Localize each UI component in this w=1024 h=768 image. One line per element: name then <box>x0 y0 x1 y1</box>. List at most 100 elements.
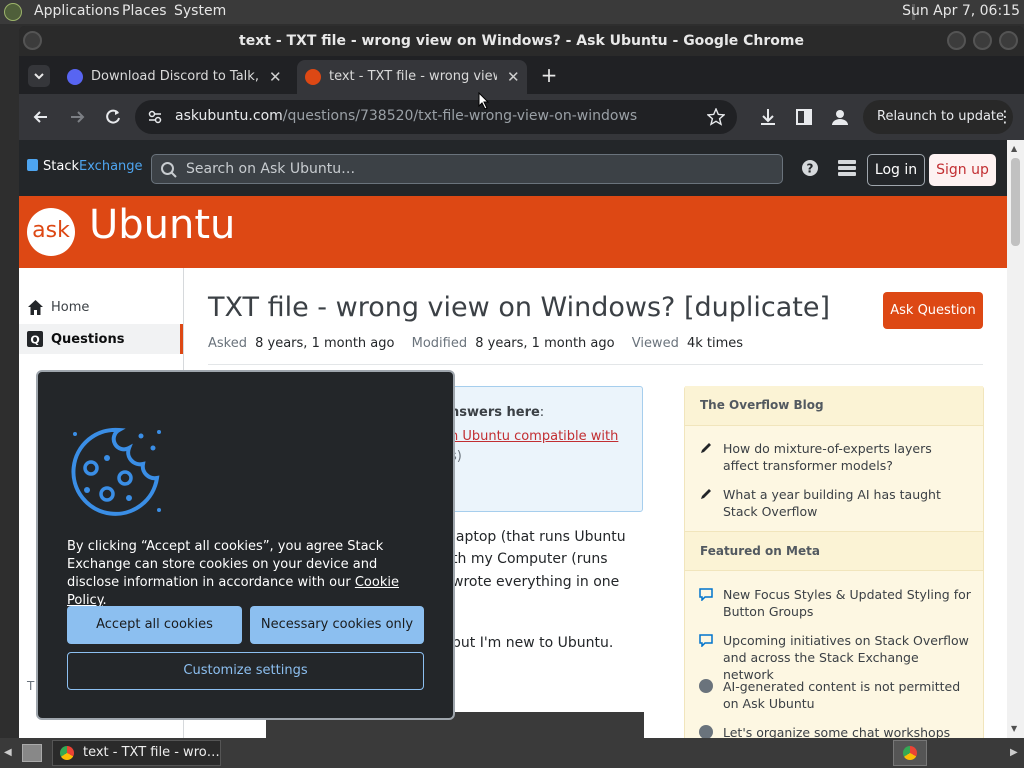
modified-label: Modified <box>411 336 468 351</box>
reload-icon[interactable] <box>102 106 124 128</box>
window-title: text - TXT file - wrong view on Windows?… <box>239 33 804 49</box>
question-meta: Asked 8 years, 1 month ago Modified 8 ye… <box>208 336 743 351</box>
askubuntu-logo[interactable]: ask <box>27 208 75 256</box>
bookmark-star-icon[interactable] <box>707 108 725 126</box>
accept-all-cookies-button[interactable]: Accept all cookies <box>67 606 242 644</box>
meta-item[interactable]: Upcoming initiatives on Stack Overflow a… <box>699 632 971 683</box>
forward-icon[interactable] <box>66 106 88 128</box>
title-divider <box>208 364 983 365</box>
taskbar-chrome-launcher[interactable] <box>893 740 927 766</box>
asked-label: Asked <box>208 336 247 351</box>
duplicate-heading-text: nswers here <box>450 405 540 420</box>
scroll-down-arrow-icon[interactable]: ▼ <box>1011 724 1017 733</box>
sidebar-item-label: Home <box>51 300 90 315</box>
necessary-cookies-button[interactable]: Necessary cookies only <box>250 606 424 644</box>
close-tab-icon[interactable]: ✕ <box>507 60 520 94</box>
body-line: wrote everything in one <box>452 574 620 590</box>
minimize-button[interactable] <box>947 31 966 50</box>
askubuntu-banner: ask Ubuntu <box>19 196 1007 268</box>
maximize-button[interactable] <box>973 31 992 50</box>
meta-item-text: AI-generated content is not permitted on… <box>723 679 961 711</box>
sidebar-widget: The Overflow Blog How do mixture-of-expe… <box>684 386 984 738</box>
new-tab-icon[interactable]: + <box>538 64 560 86</box>
scroll-up-arrow-icon[interactable]: ▲ <box>1011 144 1017 153</box>
login-button[interactable]: Log in <box>867 154 925 186</box>
ask-question-button[interactable]: Ask Question <box>883 292 983 329</box>
scrollbar-thumb[interactable] <box>1011 158 1020 246</box>
cookie-consent-dialog: By clicking “Accept all cookies”, you ag… <box>36 370 455 720</box>
sidebar-item-label: Questions <box>51 332 125 347</box>
page-scrollbar[interactable]: ▲ ▼ <box>1007 140 1024 738</box>
signup-button[interactable]: Sign up <box>929 154 996 186</box>
tab-search-icon[interactable] <box>28 65 50 87</box>
places-menu[interactable]: Places <box>122 3 167 19</box>
taskbar-chrome-window[interactable]: text - TXT file - wro… <box>52 740 221 766</box>
tab-discord[interactable]: Download Discord to Talk, Ch ✕ <box>59 60 291 94</box>
stackexchange-topbar: StackExchange Search on Ask Ubuntu… ? Lo… <box>19 140 1007 196</box>
system-logo-icon[interactable] <box>4 3 22 21</box>
sidebar-partial-heading: T <box>27 679 35 693</box>
body-line: th my Computer (runs <box>452 551 608 567</box>
question-title[interactable]: TXT file - wrong view on Windows? [dupli… <box>208 292 830 323</box>
profile-icon[interactable] <box>829 106 851 128</box>
search-placeholder: Search on Ask Ubuntu… <box>186 161 356 177</box>
customize-settings-button[interactable]: Customize settings <box>67 652 424 690</box>
relaunch-label: Relaunch to update <box>877 109 1005 124</box>
tab-askubuntu[interactable]: text - TXT file - wrong view o ✕ <box>297 60 527 94</box>
taskbar-left-arrow-icon[interactable]: ◀ <box>4 747 12 758</box>
meta-item-text: New Focus Styles & Updated Styling for B… <box>723 587 971 619</box>
modified-value[interactable]: 8 years, 1 month ago <box>475 336 614 351</box>
meta-item[interactable]: Let's organize some chat workshops <box>699 724 971 738</box>
svg-text:?: ? <box>807 162 814 176</box>
kebab-menu-icon[interactable]: ⋮ <box>997 100 1013 134</box>
stackexchange-icon <box>27 159 38 171</box>
cookie-text: By clicking “Accept all cookies”, you ag… <box>67 538 427 610</box>
site-name[interactable]: Ubuntu <box>89 202 235 248</box>
site-info-icon[interactable] <box>147 109 163 125</box>
viewed-value: 4k times <box>686 336 744 351</box>
applications-menu[interactable]: Applications <box>34 3 120 19</box>
asked-value[interactable]: 8 years, 1 month ago <box>255 336 394 351</box>
chrome-icon <box>903 746 917 760</box>
system-menu[interactable]: System <box>174 3 226 19</box>
blog-item[interactable]: How do mixture-of-experts layers affect … <box>701 440 971 474</box>
chat-bubble-icon <box>699 587 713 601</box>
site-switcher-icon[interactable] <box>837 159 857 177</box>
chrome-icon <box>60 746 74 760</box>
relaunch-button[interactable]: Relaunch to update ⋮ <box>863 100 1013 134</box>
url-host: askubuntu.com <box>175 108 283 124</box>
tab-label: text - TXT file - wrong view o <box>329 69 497 84</box>
viewed-label: Viewed <box>631 336 679 351</box>
meta-item[interactable]: New Focus Styles & Updated Styling for B… <box>699 586 971 620</box>
mouse-cursor-icon <box>478 92 490 110</box>
duplicate-link[interactable]: n Ubuntu compatible with <box>450 429 618 444</box>
site-search-input[interactable]: Search on Ask Ubuntu… <box>151 154 783 184</box>
help-icon[interactable]: ? <box>801 159 819 177</box>
taskbar-right-arrow-icon[interactable]: ▶ <box>1010 747 1018 758</box>
browser-toolbar: askubuntu.com/questions/738520/txt-file-… <box>19 94 1024 140</box>
back-icon[interactable] <box>30 106 52 128</box>
pencil-icon <box>699 441 713 455</box>
window-menu-button[interactable] <box>23 31 42 50</box>
duplicate-heading: nswers here: <box>450 405 544 420</box>
meta-heading: Featured on Meta <box>685 531 983 571</box>
blog-item[interactable]: What a year building AI has taught Stack… <box>701 486 971 520</box>
chat-bubble-icon <box>699 633 713 647</box>
meta-item[interactable]: AI-generated content is not permitted on… <box>699 678 971 712</box>
body-line: laptop (that runs Ubuntu <box>452 529 626 545</box>
body-line: but I'm new to Ubuntu. <box>452 635 614 651</box>
side-panel-icon[interactable] <box>793 106 815 128</box>
url-path: /questions/738520/txt-file-wrong-view-on… <box>282 108 638 124</box>
network-name-a: Stack <box>43 159 79 174</box>
clock[interactable]: Sun Apr 7, 06:15 <box>902 3 1020 19</box>
top-panel: Applications Places System Sun Apr 7, 06… <box>0 0 1024 24</box>
askubuntu-mini-icon <box>699 725 713 738</box>
show-desktop-icon[interactable] <box>22 744 42 762</box>
askubuntu-icon <box>305 69 321 85</box>
download-icon[interactable] <box>757 106 779 128</box>
close-window-button[interactable] <box>999 31 1018 50</box>
address-bar[interactable]: askubuntu.com/questions/738520/txt-file-… <box>135 100 737 134</box>
window-titlebar[interactable]: text - TXT file - wrong view on Windows?… <box>19 26 1024 56</box>
stackexchange-logo[interactable]: StackExchange <box>27 159 143 174</box>
close-tab-icon[interactable]: ✕ <box>269 60 282 94</box>
